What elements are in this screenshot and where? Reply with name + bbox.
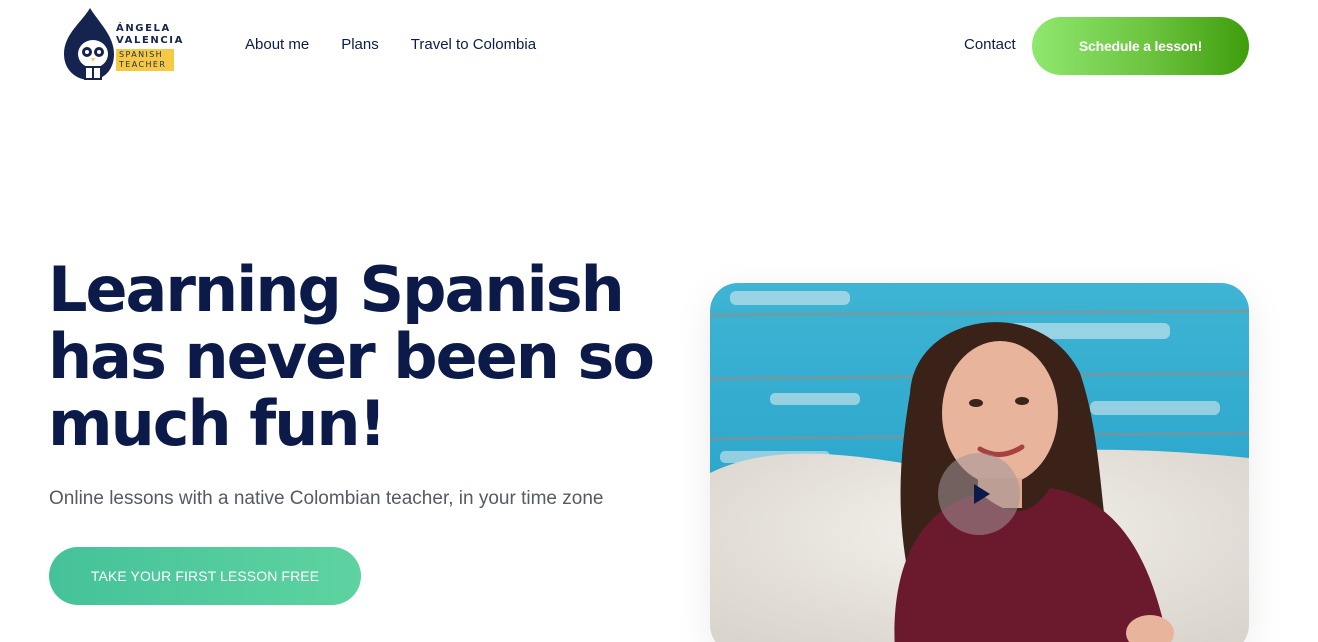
logo-badge-line2: TEACHER	[119, 60, 167, 69]
logo-badge-line1: SPANISH	[119, 50, 164, 59]
first-lesson-free-button[interactable]: TAKE YOUR FIRST LESSON FREE	[49, 547, 361, 605]
owl-mascot-icon	[64, 8, 114, 80]
site-logo[interactable]: ÁNGELA VALENCIA SPANISH TEACHER	[60, 6, 190, 86]
nav-link-plans[interactable]: Plans	[341, 36, 379, 53]
intro-video[interactable]	[710, 283, 1249, 642]
main-nav: About me Plans Travel to Colombia	[245, 36, 536, 53]
logo-wordmark: ÁNGELA VALENCIA	[116, 23, 184, 47]
nav-link-about-me[interactable]: About me	[245, 36, 309, 53]
nav-link-travel-to-colombia[interactable]: Travel to Colombia	[411, 36, 536, 53]
play-button[interactable]	[938, 453, 1020, 535]
nav-link-contact[interactable]: Contact	[964, 36, 1016, 53]
logo-badge: SPANISH TEACHER	[116, 49, 174, 71]
logo-name-line1: ÁNGELA	[116, 23, 171, 34]
schedule-lesson-button[interactable]: Schedule a lesson!	[1032, 17, 1249, 75]
play-icon	[974, 484, 990, 504]
hero-subtitle: Online lessons with a native Colombian t…	[49, 488, 604, 509]
logo-name-line2: VALENCIA	[116, 35, 184, 46]
hero-title: Learning Spanish has never been so much …	[48, 253, 655, 460]
